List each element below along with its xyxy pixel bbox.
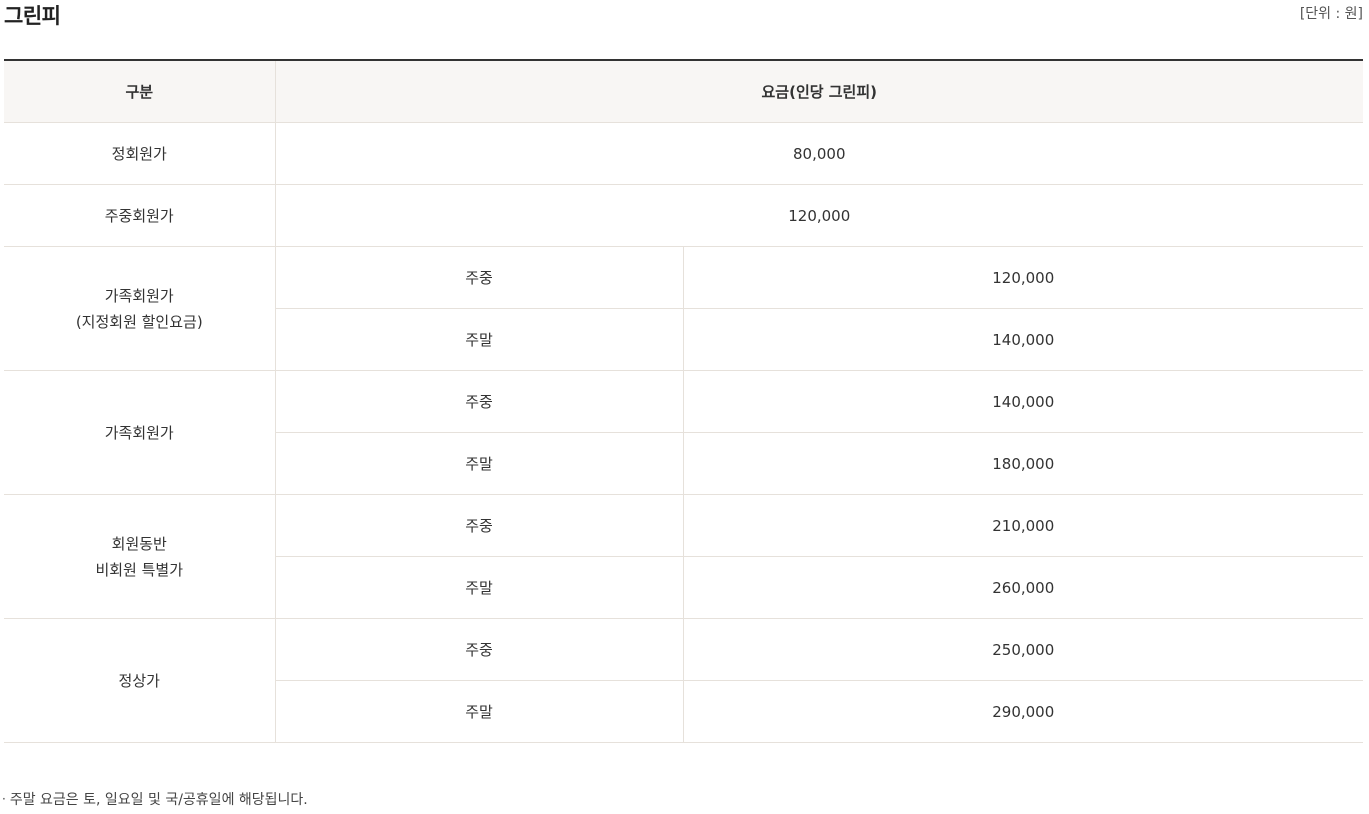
header-category: 구분 bbox=[4, 60, 275, 123]
row-fee: 80,000 bbox=[274, 122, 1364, 185]
group-category: 정상가 bbox=[4, 618, 275, 743]
row-fee: 120,000 bbox=[274, 184, 1364, 247]
group-category: 가족회원가 bbox=[4, 370, 275, 495]
group-category: 회원동반 비회원 특별가 bbox=[4, 494, 275, 619]
row-day: 주말 bbox=[274, 556, 683, 619]
row-fee: 140,000 bbox=[682, 308, 1364, 371]
row-fee: 120,000 bbox=[682, 246, 1364, 309]
footnote-text: 주말 요금은 토, 일요일 및 국/공휴일에 해당됩니다. bbox=[9, 792, 308, 808]
table-row: 정회원가 80,000 bbox=[4, 122, 1364, 185]
row-day: 주중 bbox=[274, 370, 683, 433]
row-day: 주말 bbox=[274, 432, 683, 495]
table-header-row: 구분 요금(인당 그린피) bbox=[4, 60, 1364, 123]
table-row: 주중회원가 120,000 bbox=[4, 184, 1364, 247]
page-title: 그린피 bbox=[4, 4, 61, 28]
header-fee: 요금(인당 그린피) bbox=[274, 60, 1364, 123]
row-fee: 260,000 bbox=[682, 556, 1364, 619]
row-category: 정회원가 bbox=[4, 122, 275, 185]
row-fee: 180,000 bbox=[682, 432, 1364, 495]
table-row: 회원동반 비회원 특별가 주중 210,000 bbox=[4, 494, 1364, 619]
table-row: 가족회원가 (지정회원 할인요금) 주중 120,000 bbox=[4, 246, 1364, 371]
footnote: · 주말 요금은 토, 일요일 및 국/공휴일에 해당됩니다. bbox=[2, 788, 308, 811]
group-category-line1: 가족회원가 bbox=[104, 286, 174, 305]
row-day: 주말 bbox=[274, 308, 683, 371]
group-category-line1: 가족회원가 bbox=[104, 423, 174, 442]
row-fee: 210,000 bbox=[682, 494, 1364, 557]
row-fee: 290,000 bbox=[682, 680, 1364, 743]
row-fee: 250,000 bbox=[682, 618, 1364, 681]
row-category: 주중회원가 bbox=[4, 184, 275, 247]
group-category-line1: 회원동반 bbox=[111, 534, 167, 553]
row-fee: 140,000 bbox=[682, 370, 1364, 433]
group-category: 가족회원가 (지정회원 할인요금) bbox=[4, 246, 275, 371]
row-day: 주중 bbox=[274, 618, 683, 681]
group-category-line2: (지정회원 할인요금) bbox=[75, 312, 203, 331]
group-category-line2: 비회원 특별가 bbox=[95, 560, 184, 579]
row-day: 주중 bbox=[274, 246, 683, 309]
group-category-line1: 정상가 bbox=[118, 671, 160, 690]
table-row: 가족회원가 주중 140,000 bbox=[4, 370, 1364, 495]
unit-note: [단위 : 원] bbox=[1299, 6, 1363, 22]
green-fee-table: 구분 요금(인당 그린피) 정회원가 80,000 주중회원가 120,000 … bbox=[4, 59, 1364, 743]
bullet-icon: · bbox=[2, 792, 6, 806]
row-day: 주말 bbox=[274, 680, 683, 743]
table-row: 정상가 주중 250,000 bbox=[4, 618, 1364, 743]
row-day: 주중 bbox=[274, 494, 683, 557]
